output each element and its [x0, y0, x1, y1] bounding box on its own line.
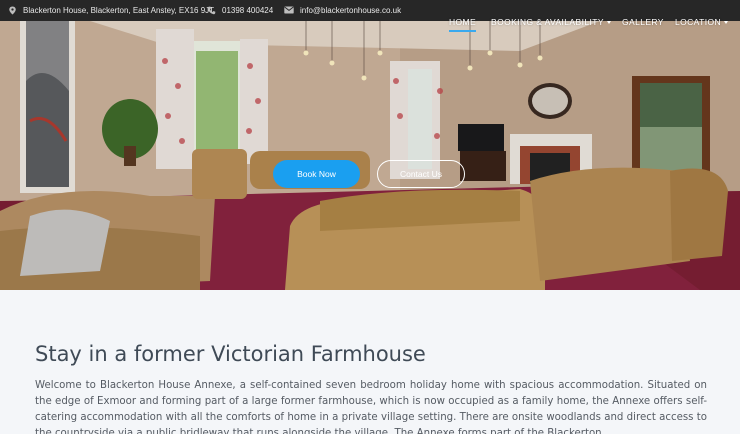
- intro-paragraph: Welcome to Blackerton House Annexe, a se…: [35, 380, 707, 434]
- chevron-down-icon: [606, 21, 611, 25]
- contact-us-button[interactable]: Contact Us: [377, 160, 465, 188]
- address-text: Blackerton House, Blackerton, East Anste…: [23, 6, 215, 15]
- nav-booking-label: BOOKING & AVAILABILITY: [491, 17, 604, 27]
- phone-text[interactable]: 01398 400424: [222, 6, 273, 15]
- page-title: Stay in a former Victorian Farmhouse: [35, 342, 426, 366]
- intro-section: Stay in a former Victorian Farmhouse Wel…: [0, 290, 740, 434]
- location-pin-icon: [8, 6, 17, 15]
- hero-image: [0, 21, 740, 290]
- email-item[interactable]: info@blackertonhouse.co.uk: [284, 0, 401, 21]
- chevron-down-icon: [724, 21, 729, 25]
- nav-location-label: LOCATION: [675, 17, 722, 27]
- envelope-icon: [284, 6, 294, 15]
- phone-icon: [207, 6, 216, 15]
- email-text[interactable]: info@blackertonhouse.co.uk: [300, 6, 401, 15]
- phone-item[interactable]: 01398 400424: [207, 0, 273, 21]
- living-room-photo: [0, 21, 740, 290]
- nav-gallery[interactable]: GALLERY: [622, 17, 664, 27]
- address-item: Blackerton House, Blackerton, East Anste…: [8, 0, 214, 21]
- nav-booking[interactable]: BOOKING & AVAILABILITY: [491, 17, 611, 27]
- book-now-button[interactable]: Book Now: [273, 160, 360, 188]
- nav-location[interactable]: LOCATION: [675, 17, 729, 27]
- nav-home[interactable]: HOME: [449, 17, 477, 32]
